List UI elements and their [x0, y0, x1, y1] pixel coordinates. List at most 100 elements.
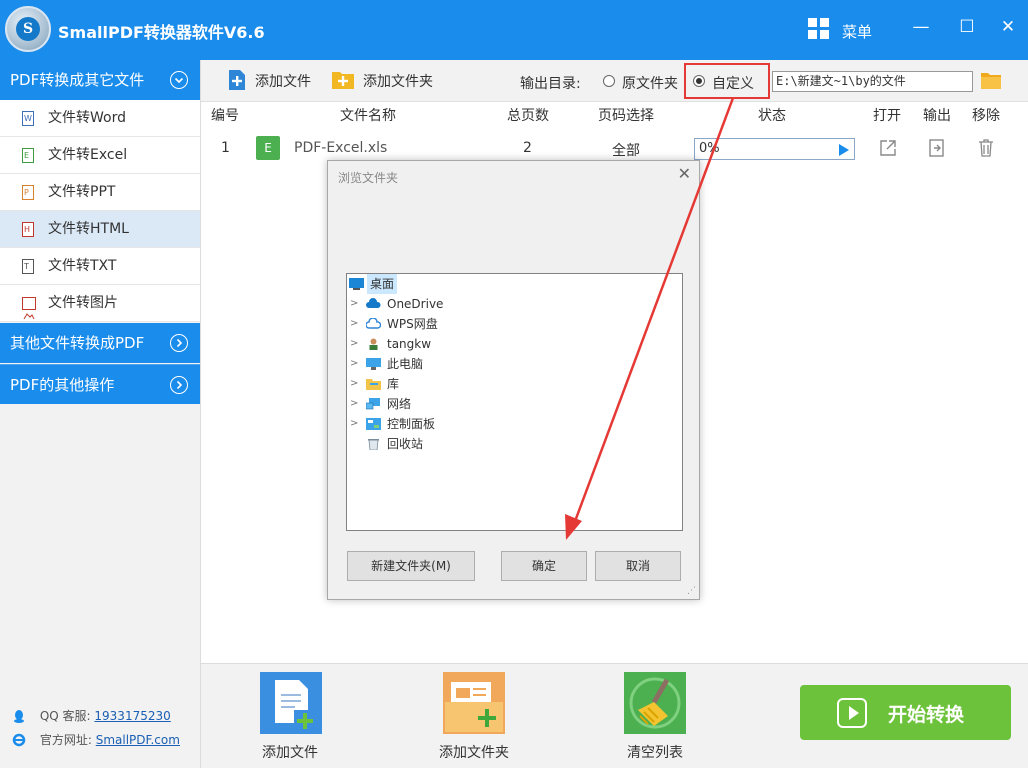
radio-source-folder-label: 原文件夹	[622, 76, 678, 92]
chevron-right-icon[interactable]: >	[350, 334, 358, 354]
tree-item-label: 库	[387, 377, 400, 391]
browse-folder-icon[interactable]	[980, 71, 1002, 90]
tree-item-label: OneDrive	[387, 297, 444, 311]
control-panel-icon	[366, 418, 381, 430]
row-pages: 2	[523, 140, 532, 156]
close-button[interactable]: ✕	[990, 10, 1026, 44]
open-file-icon[interactable]	[878, 138, 898, 158]
tree-item-label: 网络	[387, 397, 412, 411]
tree-item-label: 桌面	[367, 274, 398, 294]
row-page-range[interactable]: 全部	[612, 140, 640, 160]
sidebar-item-label: 文件转TXT	[48, 258, 117, 274]
big-add-folder-label: 添加文件夹	[439, 745, 509, 761]
qq-label: QQ 客服:	[39, 709, 91, 723]
new-folder-button[interactable]: 新建文件夹(M)	[347, 551, 475, 581]
sidebar-item-label: 文件转PPT	[48, 184, 116, 200]
app-logo: S	[5, 6, 51, 52]
big-clear-list-label: 清空列表	[627, 745, 683, 761]
tree-item-label: 回收站	[387, 437, 424, 451]
browse-folder-dialog: 浏览文件夹 ✕ 桌面 > OneDrive > WPS网盘 > tangkw >…	[327, 160, 700, 600]
progress-bar: 0%	[694, 138, 855, 160]
excel-file-icon: E	[22, 148, 34, 163]
add-folder-button[interactable]: 添加文件夹	[331, 71, 433, 91]
image-file-icon	[22, 297, 36, 320]
menu-grid-icon[interactable]	[808, 18, 830, 40]
chevron-down-icon	[170, 71, 188, 89]
word-file-icon: W	[22, 111, 34, 126]
tree-item-label: WPS网盘	[387, 317, 438, 331]
trash-icon[interactable]	[977, 138, 995, 158]
minimize-button[interactable]: —	[903, 10, 939, 44]
qq-number-link[interactable]: 1933175230	[94, 709, 170, 723]
ie-browser-icon	[12, 733, 26, 747]
add-folder-icon	[332, 72, 354, 89]
resize-grip-icon[interactable]: ⋰	[687, 586, 696, 596]
output-folder-icon[interactable]	[928, 138, 946, 158]
ok-button[interactable]: 确定	[501, 551, 587, 581]
add-file-button[interactable]: 添加文件	[227, 70, 311, 91]
sidebar-group-pdf-to-other[interactable]: PDF转换成其它文件	[0, 60, 200, 100]
output-dir-label: 输出目录:	[520, 76, 581, 92]
chevron-right-icon[interactable]: >	[350, 414, 358, 434]
chevron-right-icon[interactable]: >	[350, 374, 358, 394]
chevron-right-icon[interactable]: >	[350, 314, 358, 334]
broom-icon	[624, 672, 686, 734]
chevron-right-icon[interactable]: >	[350, 294, 358, 314]
progress-text: 0%	[699, 141, 720, 156]
chevron-right-icon[interactable]: >	[350, 354, 358, 374]
website-link[interactable]: SmallPDF.com	[96, 733, 180, 747]
big-add-folder-button[interactable]	[443, 672, 505, 734]
chevron-right-icon	[170, 334, 188, 352]
tree-item-label: 控制面板	[387, 417, 436, 431]
computer-icon	[366, 358, 381, 370]
maximize-button[interactable]: ☐	[949, 10, 985, 44]
play-icon[interactable]	[839, 144, 849, 156]
website-label: 官方网址:	[39, 733, 92, 747]
row-index: 1	[221, 140, 230, 156]
wps-cloud-icon	[366, 318, 381, 329]
website-contact: 官方网址: SmallPDF.com	[12, 731, 180, 748]
sidebar-group-other-to-pdf[interactable]: 其他文件转换成PDF	[0, 323, 200, 363]
sidebar-item-txt[interactable]: T 文件转TXT	[0, 248, 200, 285]
ppt-file-icon: P	[22, 185, 34, 200]
col-status: 状态	[758, 108, 786, 124]
sidebar-group-label: 其他文件转换成PDF	[10, 334, 145, 352]
radio-source-folder[interactable]	[603, 75, 615, 87]
chevron-right-icon	[170, 376, 188, 394]
start-convert-label: 开始转换	[888, 704, 965, 726]
add-folder-big-icon	[443, 672, 505, 734]
start-convert-button[interactable]: 开始转换	[800, 685, 1011, 740]
dialog-close-button[interactable]: ✕	[678, 164, 691, 183]
col-index: 编号	[211, 108, 239, 124]
app-title: SmallPDF转换器软件V6.6	[58, 23, 265, 42]
folder-tree[interactable]: 桌面 > OneDrive > WPS网盘 > tangkw > 此电脑 > 库	[346, 273, 683, 531]
col-pages: 总页数	[507, 108, 549, 124]
sidebar-group-pdf-ops[interactable]: PDF的其他操作	[0, 364, 200, 404]
onedrive-cloud-icon	[366, 298, 381, 308]
output-path-field[interactable]: E:\新建文~1\by的文件	[772, 71, 973, 92]
add-file-big-icon	[260, 672, 322, 734]
dialog-title: 浏览文件夹	[338, 171, 399, 185]
cancel-button[interactable]: 取消	[595, 551, 681, 581]
file-table-header: 编号 文件名称 总页数 页码选择 状态 打开 输出 移除	[201, 102, 1028, 126]
big-add-file-label: 添加文件	[262, 745, 318, 761]
qq-penguin-icon	[14, 710, 24, 723]
row-file-name: PDF-Excel.xls	[294, 140, 388, 156]
col-remove: 移除	[972, 108, 1000, 124]
sidebar-group-label: PDF的其他操作	[10, 376, 115, 394]
col-open: 打开	[873, 108, 901, 124]
big-clear-list-button[interactable]	[624, 672, 686, 734]
sidebar-item-html[interactable]: H 文件转HTML	[0, 211, 200, 248]
tree-item-label: tangkw	[387, 337, 432, 351]
txt-file-icon: T	[22, 259, 34, 274]
sidebar-item-excel[interactable]: E 文件转Excel	[0, 137, 200, 174]
sidebar-item-image[interactable]: 文件转图片	[0, 285, 200, 322]
tree-item-label: 此电脑	[387, 357, 424, 371]
chevron-right-icon[interactable]: >	[350, 394, 358, 414]
sidebar-item-word[interactable]: W 文件转Word	[0, 100, 200, 137]
sidebar-item-ppt[interactable]: P 文件转PPT	[0, 174, 200, 211]
sidebar-item-label: 文件转图片	[48, 295, 118, 311]
play-icon	[837, 698, 867, 728]
big-add-file-button[interactable]	[260, 672, 322, 734]
menu-button[interactable]: 菜单	[842, 21, 872, 42]
